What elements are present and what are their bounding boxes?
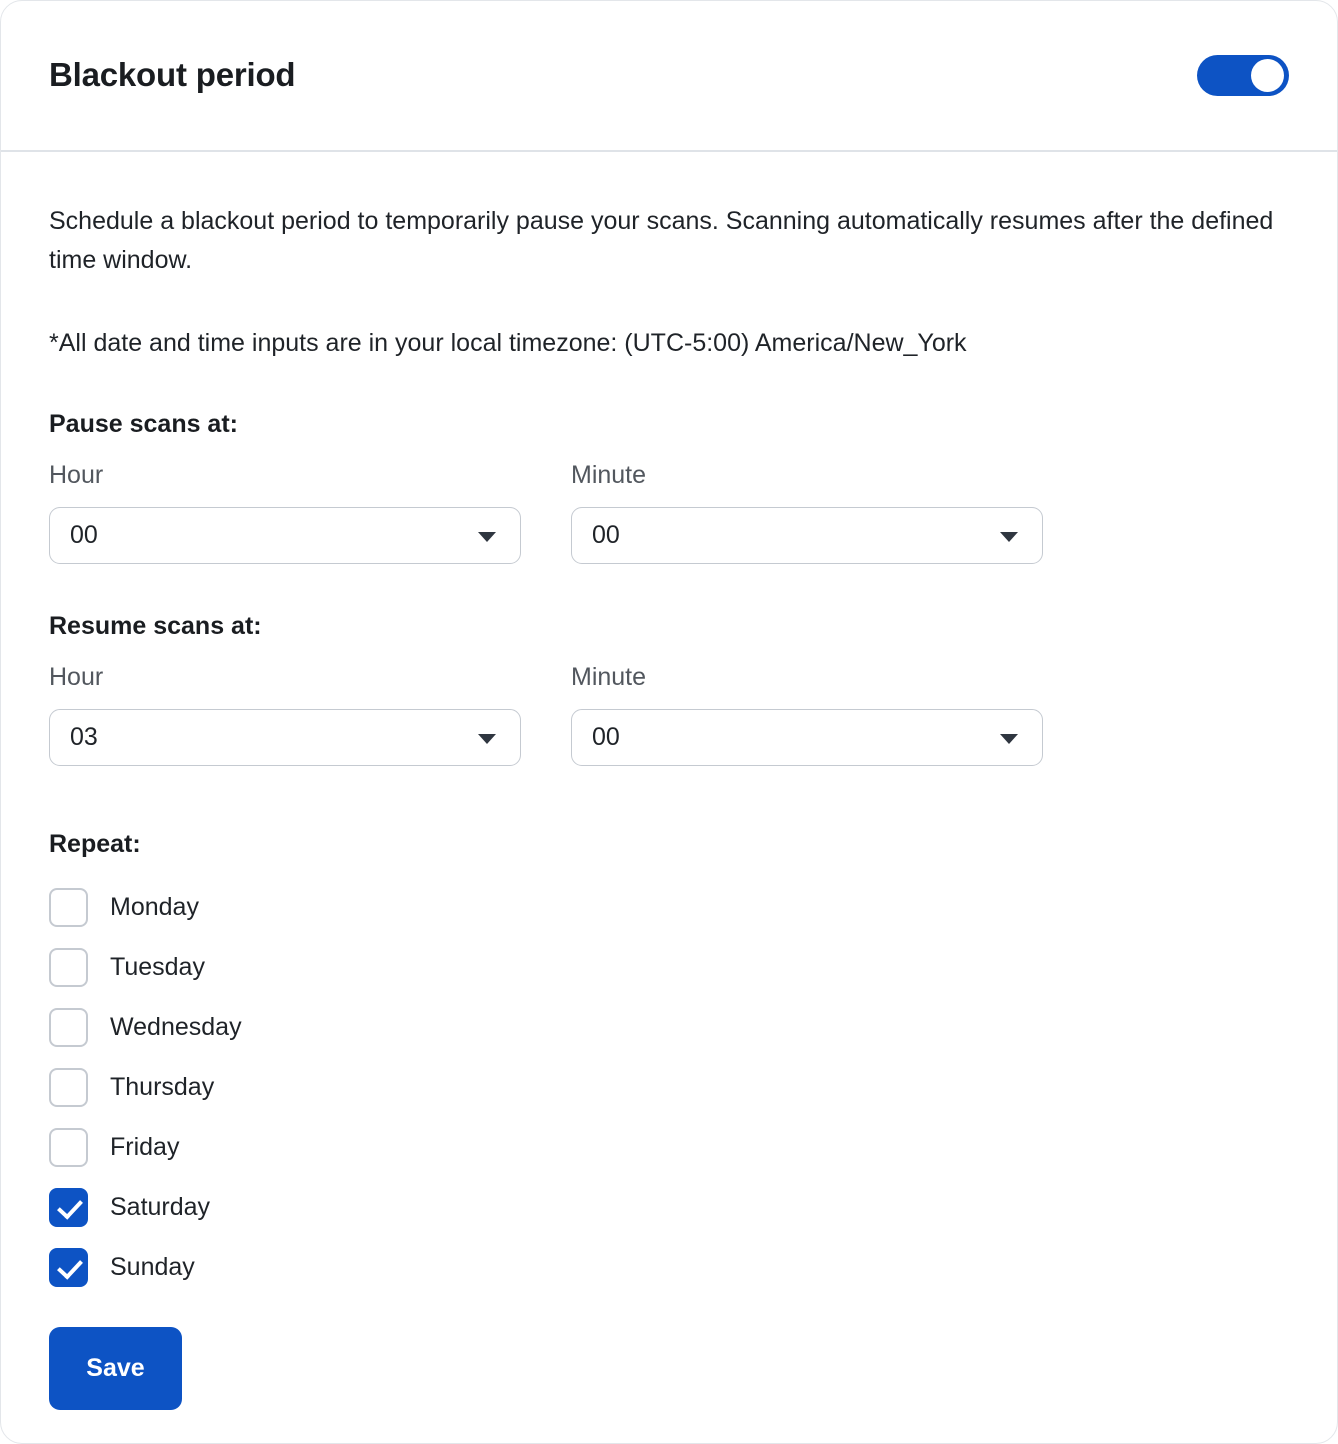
checkbox-unchecked-icon[interactable]: [49, 947, 88, 987]
page-title: Blackout period: [49, 56, 296, 94]
pause-hour-value: 00: [70, 521, 98, 550]
chevron-down-icon: [478, 733, 496, 744]
repeat-day-label: Tuesday: [110, 952, 205, 981]
repeat-day-row[interactable]: Wednesday: [49, 997, 389, 1057]
timezone-note: *All date and time inputs are in your lo…: [49, 328, 967, 357]
resume-hour-field: Hour 03: [49, 663, 521, 767]
pause-minute-value: 00: [592, 521, 620, 550]
repeat-day-row[interactable]: Saturday: [49, 1177, 389, 1237]
repeat-day-label: Friday: [110, 1132, 180, 1161]
repeat-day-label: Sunday: [110, 1252, 195, 1281]
repeat-day-row[interactable]: Thursday: [49, 1057, 389, 1117]
checkbox-unchecked-icon[interactable]: [49, 1007, 88, 1047]
resume-hour-select[interactable]: 03: [49, 709, 521, 767]
blackout-period-card: Blackout period Schedule a blackout peri…: [0, 0, 1338, 1444]
repeat-day-row[interactable]: Sunday: [49, 1237, 389, 1297]
pause-minute-field: Minute 00: [571, 461, 1043, 565]
resume-hour-label: Hour: [49, 663, 104, 692]
checkbox-unchecked-icon[interactable]: [49, 1067, 88, 1107]
resume-hour-value: 03: [70, 723, 98, 752]
blackout-period-toggle[interactable]: [1197, 55, 1289, 96]
pause-scans-label: Pause scans at:: [49, 410, 238, 439]
pause-hour-label: Hour: [49, 461, 104, 490]
pause-hour-select[interactable]: 00: [49, 507, 521, 565]
checkbox-checked-icon[interactable]: [49, 1187, 88, 1227]
chevron-down-icon: [1000, 531, 1018, 542]
description-text: Schedule a blackout period to temporaril…: [49, 207, 1274, 274]
repeat-day-label: Monday: [110, 892, 199, 921]
checkbox-checked-icon[interactable]: [49, 1247, 88, 1287]
repeat-day-label: Wednesday: [110, 1012, 242, 1041]
repeat-day-row[interactable]: Friday: [49, 1117, 389, 1177]
resume-scans-fields: Hour 03 Minute 00: [49, 663, 1289, 767]
repeat-label: Repeat:: [49, 830, 141, 859]
repeat-day-label: Saturday: [110, 1192, 211, 1221]
chevron-down-icon: [1000, 733, 1018, 744]
resume-minute-label: Minute: [571, 663, 647, 692]
resume-minute-value: 00: [592, 723, 620, 752]
pause-minute-label: Minute: [571, 461, 647, 490]
resume-scans-label: Resume scans at:: [49, 612, 262, 641]
save-button[interactable]: Save: [49, 1327, 182, 1411]
resume-minute-field: Minute 00: [571, 663, 1043, 767]
pause-minute-select[interactable]: 00: [571, 507, 1043, 565]
resume-minute-select[interactable]: 00: [571, 709, 1043, 767]
pause-hour-field: Hour 00: [49, 461, 521, 565]
checkbox-unchecked-icon[interactable]: [49, 1127, 88, 1167]
card-body: Schedule a blackout period to temporaril…: [1, 152, 1337, 1411]
toggle-knob: [1251, 59, 1284, 92]
repeat-day-row[interactable]: Tuesday: [49, 937, 389, 997]
checkbox-unchecked-icon[interactable]: [49, 887, 88, 927]
repeat-day-label: Thursday: [110, 1072, 215, 1101]
card-header: Blackout period: [1, 1, 1337, 152]
chevron-down-icon: [478, 531, 496, 542]
pause-scans-fields: Hour 00 Minute 00: [49, 461, 1289, 565]
repeat-day-list: Monday Tuesday Wednesday Thursday Friday Satu…: [49, 877, 1289, 1297]
repeat-day-row[interactable]: Monday: [49, 877, 389, 937]
